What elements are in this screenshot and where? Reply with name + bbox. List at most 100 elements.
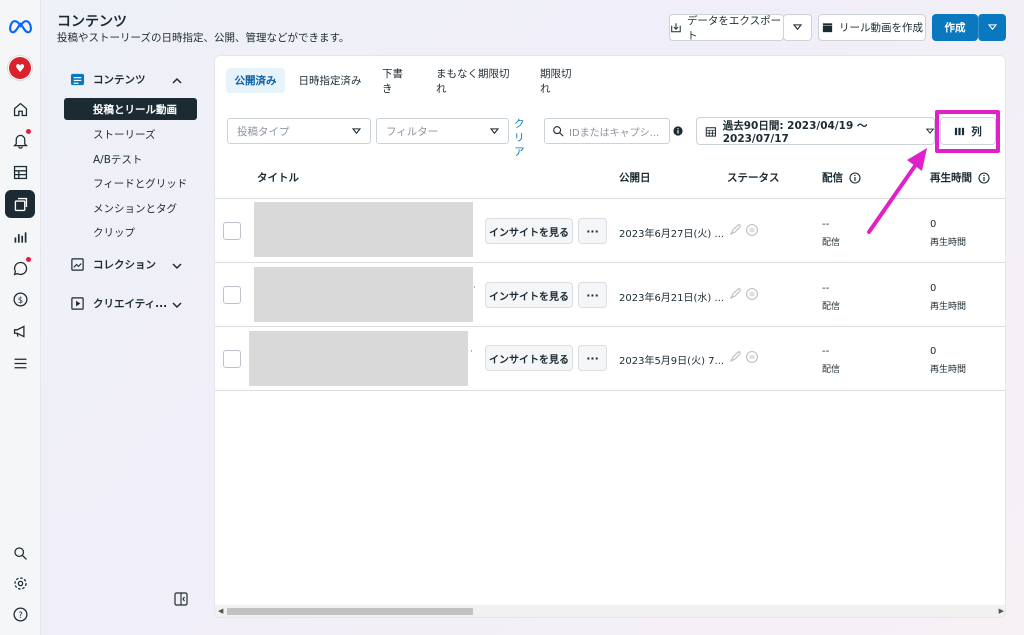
more-options-button[interactable]: ··· xyxy=(578,218,607,244)
nav-contents-label: コンテンツ xyxy=(93,74,146,86)
export-data-button[interactable]: データをエクスポート xyxy=(669,14,784,42)
table-row[interactable]: · インサイトを見る ··· 2023年5月9日(火) 7... -- 配信 0… xyxy=(215,326,1005,390)
nav-item-mentions-tags[interactable]: メンションとタグ xyxy=(64,197,197,219)
nav-contents-group[interactable]: コンテンツ xyxy=(70,72,146,87)
content-icon[interactable] xyxy=(5,190,35,218)
nav-item-feed-grid[interactable]: フィードとグリッド xyxy=(64,172,197,194)
row-checkbox[interactable] xyxy=(223,286,241,304)
info-icon[interactable] xyxy=(849,171,861,184)
delivery-header-label: 配信 xyxy=(822,172,843,184)
settings-gear-icon[interactable] xyxy=(10,573,30,593)
table-grid-icon[interactable] xyxy=(10,162,30,182)
filter-select[interactable]: フィルター xyxy=(376,118,509,144)
column-header-published[interactable]: 公開日 xyxy=(619,170,651,185)
delivery-value: -- xyxy=(822,346,830,357)
chevron-up-icon[interactable] xyxy=(172,76,182,86)
post-thumbnail[interactable] xyxy=(249,331,468,386)
post-type-placeholder: 投稿タイプ xyxy=(237,125,290,138)
nav-item-stories[interactable]: ストーリーズ xyxy=(64,123,197,145)
published-date: 2023年6月21日(水) ... xyxy=(619,293,725,304)
meta-logo-icon[interactable] xyxy=(8,16,33,36)
chevron-down-icon[interactable] xyxy=(172,261,182,271)
create-dropdown-button[interactable] xyxy=(978,14,1006,41)
column-header-playtime[interactable]: 再生時間 xyxy=(930,170,990,185)
scroll-right-arrow-icon[interactable]: ▶ xyxy=(999,607,1004,615)
tab-expiring-soon[interactable]: まもなく期限切れ xyxy=(428,68,526,95)
export-data-label: データをエクスポート xyxy=(686,14,782,42)
info-icon[interactable] xyxy=(978,171,990,184)
nav-item-clips[interactable]: クリップ xyxy=(64,221,197,243)
chevron-down-icon xyxy=(925,128,934,134)
create-reel-button[interactable]: リール動画を作成 xyxy=(818,14,926,41)
scroll-left-arrow-icon[interactable]: ◀ xyxy=(218,607,223,615)
status-icons xyxy=(728,223,759,237)
calendar-icon xyxy=(705,126,716,137)
status-icons xyxy=(728,287,759,301)
view-insights-button[interactable]: インサイトを見る xyxy=(485,218,573,244)
nav-item-ab-test[interactable]: A/Bテスト xyxy=(64,148,197,170)
more-options-button[interactable]: ··· xyxy=(578,345,607,371)
date-range-button[interactable]: 過去90日間: 2023/04/19 〜 2023/07/17 xyxy=(696,117,935,145)
sidebar-collapse-icon[interactable] xyxy=(174,592,188,606)
chevron-down-icon[interactable] xyxy=(172,300,182,310)
clear-filters-link[interactable]: クリア xyxy=(514,117,528,159)
horizontal-scrollbar[interactable]: ◀ ▶ xyxy=(215,605,1005,617)
crosspost-icon xyxy=(745,287,759,301)
post-thumbnail[interactable] xyxy=(254,202,473,257)
scrollbar-thumb[interactable] xyxy=(227,608,473,615)
chevron-down-icon xyxy=(352,128,361,135)
delivery-sublabel: 配信 xyxy=(822,238,841,248)
nav-item-posts-reels[interactable]: 投稿とリール動画 xyxy=(64,98,197,120)
ads-megaphone-icon[interactable] xyxy=(10,321,30,341)
delivery-sublabel: 配信 xyxy=(822,365,841,375)
nav-collection-group[interactable]: コレクション xyxy=(70,257,156,272)
playtime-header-label: 再生時間 xyxy=(930,172,972,184)
help-icon[interactable]: ? xyxy=(10,604,30,624)
table-row[interactable]: · インサイトを見る ··· 2023年6月21日(水) ... -- 配信 0… xyxy=(215,262,1005,326)
create-button[interactable]: 作成 xyxy=(932,14,978,41)
crosspost-icon xyxy=(745,350,759,364)
post-thumbnail[interactable] xyxy=(254,267,473,322)
collection-icon xyxy=(71,258,84,271)
notification-dot xyxy=(26,129,31,134)
info-icon[interactable] xyxy=(673,126,683,136)
notification-bell-icon[interactable] xyxy=(10,129,31,150)
playtime-sublabel: 再生時間 xyxy=(930,302,967,312)
title-truncation: · xyxy=(473,283,476,293)
boost-rocket-icon xyxy=(729,288,741,300)
published-header-label: 公開日 xyxy=(619,172,651,184)
view-insights-button[interactable]: インサイトを見る xyxy=(485,345,573,371)
row-checkbox[interactable] xyxy=(223,350,241,368)
delivery-value: -- xyxy=(822,283,830,294)
heart-icon: ♥ xyxy=(9,57,31,79)
crosspost-icon xyxy=(745,223,759,237)
view-insights-button[interactable]: インサイトを見る xyxy=(485,282,573,308)
insights-chart-icon[interactable] xyxy=(10,227,30,247)
tab-expired[interactable]: 期限切れ xyxy=(532,68,588,95)
tab-published[interactable]: 公開済み xyxy=(226,68,285,93)
column-header-status[interactable]: ステータス xyxy=(727,170,780,185)
status-header-label: ステータス xyxy=(727,172,780,184)
tab-scheduled[interactable]: 日時指定済み xyxy=(290,68,370,93)
post-type-select[interactable]: 投稿タイプ xyxy=(227,118,371,144)
search-icon[interactable] xyxy=(10,543,30,563)
search-input[interactable]: IDまたはキャプシ... xyxy=(544,118,670,144)
nav-creative-group[interactable]: クリエイティ... xyxy=(70,296,167,311)
menu-icon[interactable] xyxy=(10,353,30,373)
home-icon[interactable] xyxy=(10,99,30,119)
export-dropdown-button[interactable] xyxy=(783,14,812,41)
nav-creative-label: クリエイティ... xyxy=(93,298,168,310)
row-checkbox[interactable] xyxy=(223,222,241,240)
monetization-dollar-icon[interactable]: $ xyxy=(10,289,30,309)
messages-icon[interactable] xyxy=(10,257,31,278)
tab-drafts[interactable]: 下書き xyxy=(374,68,418,95)
delivery-value: -- xyxy=(822,219,830,230)
column-header-delivery[interactable]: 配信 xyxy=(822,170,861,185)
column-header-title[interactable]: タイトル xyxy=(257,170,299,185)
table-row[interactable]: インサイトを見る ··· 2023年6月27日(火) ... -- 配信 0 再… xyxy=(215,198,1005,262)
create-label: 作成 xyxy=(944,22,966,34)
chevron-down-icon xyxy=(490,128,499,135)
profile-avatar[interactable]: ♥ xyxy=(7,55,33,81)
title-truncation: · xyxy=(470,347,473,357)
more-options-button[interactable]: ··· xyxy=(578,282,607,308)
